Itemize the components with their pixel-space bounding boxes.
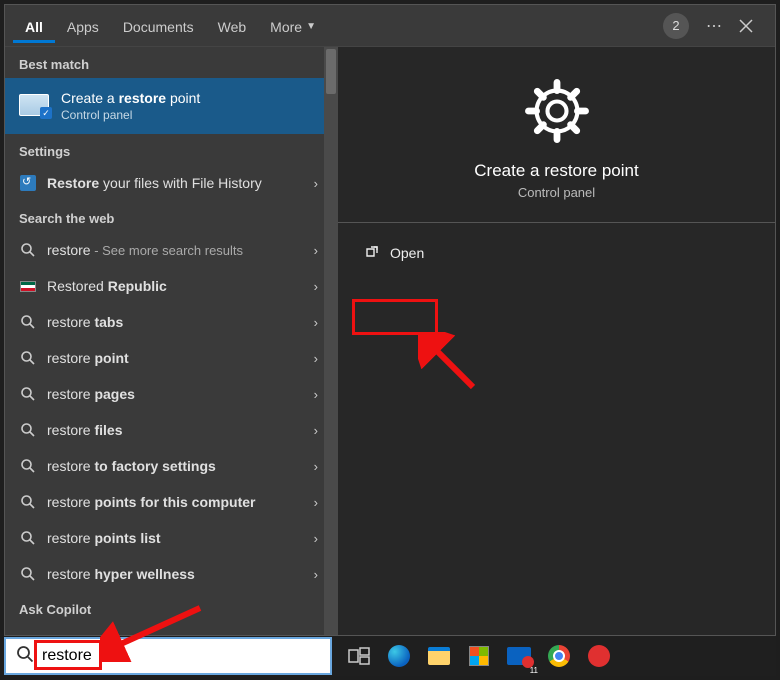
web-result-label: restore pages bbox=[47, 386, 135, 402]
chevron-right-icon: › bbox=[314, 351, 318, 366]
file-history-icon bbox=[19, 174, 37, 192]
web-result-item[interactable]: restore tabs › bbox=[5, 304, 338, 340]
close-icon[interactable] bbox=[739, 19, 761, 33]
chevron-right-icon: › bbox=[314, 495, 318, 510]
tab-web[interactable]: Web bbox=[206, 9, 259, 43]
chevron-right-icon: › bbox=[314, 531, 318, 546]
chevron-right-icon: › bbox=[314, 176, 318, 191]
search-icon bbox=[19, 421, 37, 439]
best-match-title: Create a restore point bbox=[61, 90, 200, 106]
web-result-label: Restored Republic bbox=[47, 278, 167, 294]
web-result-label: restore - See more search results bbox=[47, 242, 243, 258]
results-scrollbar[interactable] bbox=[324, 47, 338, 635]
web-result-item[interactable]: restore hyper wellness › bbox=[5, 556, 338, 592]
results-column: Best match Create a restore point Contro… bbox=[5, 47, 338, 635]
section-settings: Settings bbox=[5, 134, 338, 165]
chevron-right-icon: › bbox=[314, 243, 318, 258]
settings-item-file-history[interactable]: Restore your files with File History › bbox=[5, 165, 338, 201]
more-options-icon[interactable]: ⋯ bbox=[703, 16, 725, 36]
web-result-item[interactable]: restore files › bbox=[5, 412, 338, 448]
preview-title: Create a restore point bbox=[474, 161, 638, 181]
edge-icon[interactable] bbox=[382, 639, 416, 673]
open-external-icon bbox=[364, 245, 380, 261]
chevron-right-icon: › bbox=[314, 279, 318, 294]
flag-icon bbox=[19, 277, 37, 295]
chevron-right-icon: › bbox=[314, 567, 318, 582]
search-panel: All Apps Documents Web More ▼ 2 ⋯ Best m… bbox=[4, 4, 776, 636]
section-ask-copilot: Ask Copilot bbox=[5, 592, 338, 623]
chevron-right-icon: › bbox=[314, 315, 318, 330]
web-result-label: restore hyper wellness bbox=[47, 566, 195, 582]
gear-icon bbox=[523, 77, 591, 145]
best-match-subtitle: Control panel bbox=[61, 108, 200, 122]
open-button[interactable]: Open bbox=[356, 239, 432, 267]
search-input[interactable] bbox=[42, 647, 320, 665]
web-result-item[interactable]: Restored Republic › bbox=[5, 268, 338, 304]
chrome-icon[interactable] bbox=[542, 639, 576, 673]
search-icon bbox=[19, 349, 37, 367]
tab-more-label: More bbox=[270, 19, 302, 35]
web-result-item[interactable]: restore - See more search results › bbox=[5, 232, 338, 268]
tab-apps[interactable]: Apps bbox=[55, 9, 111, 43]
web-result-label: restore points for this computer bbox=[47, 494, 255, 510]
web-result-item[interactable]: restore point › bbox=[5, 340, 338, 376]
task-view-icon[interactable] bbox=[342, 639, 376, 673]
record-icon[interactable] bbox=[582, 639, 616, 673]
tabs-right: 2 ⋯ bbox=[663, 13, 767, 39]
settings-item-label: Restore your files with File History bbox=[47, 175, 262, 191]
preview-divider bbox=[338, 222, 775, 223]
section-best-match: Best match bbox=[5, 47, 338, 78]
scrollbar-thumb[interactable] bbox=[326, 49, 336, 94]
annotation-box-open bbox=[352, 299, 438, 335]
search-icon bbox=[19, 493, 37, 511]
web-result-label: restore points list bbox=[47, 530, 161, 546]
chevron-right-icon: › bbox=[314, 459, 318, 474]
search-icon bbox=[19, 385, 37, 403]
preview-header: Create a restore point Control panel bbox=[356, 47, 757, 200]
open-label: Open bbox=[390, 245, 424, 261]
web-result-item[interactable]: restore points for this computer › bbox=[5, 484, 338, 520]
chevron-right-icon: › bbox=[314, 387, 318, 402]
web-result-item[interactable]: restore pages › bbox=[5, 376, 338, 412]
tab-all[interactable]: All bbox=[13, 9, 55, 43]
preview-column: Create a restore point Control panel Ope… bbox=[338, 47, 775, 635]
mail-badge: 11 bbox=[530, 666, 538, 675]
tab-more[interactable]: More ▼ bbox=[258, 9, 328, 43]
web-result-item[interactable]: restore points list › bbox=[5, 520, 338, 556]
search-icon bbox=[19, 313, 37, 331]
panel-body: Best match Create a restore point Contro… bbox=[5, 47, 775, 635]
best-match-item[interactable]: Create a restore point Control panel bbox=[5, 78, 338, 134]
taskbar: 11 bbox=[4, 636, 776, 676]
section-search-web: Search the web bbox=[5, 201, 338, 232]
search-icon bbox=[19, 565, 37, 583]
search-icon bbox=[19, 529, 37, 547]
system-restore-icon bbox=[19, 94, 51, 118]
search-icon bbox=[19, 241, 37, 259]
mail-icon[interactable]: 11 bbox=[502, 639, 536, 673]
web-result-item[interactable]: restore to factory settings › bbox=[5, 448, 338, 484]
chevron-right-icon: › bbox=[314, 423, 318, 438]
search-icon bbox=[19, 457, 37, 475]
chevron-down-icon: ▼ bbox=[306, 21, 316, 32]
taskbar-apps: 11 bbox=[332, 636, 776, 676]
annotation-arrow-open bbox=[418, 332, 488, 402]
taskbar-search[interactable] bbox=[4, 637, 332, 675]
web-result-label: restore files bbox=[47, 422, 122, 438]
microsoft-store-icon[interactable] bbox=[462, 639, 496, 673]
web-result-label: restore tabs bbox=[47, 314, 123, 330]
search-icon bbox=[16, 645, 34, 668]
web-result-label: restore point bbox=[47, 350, 129, 366]
tab-documents[interactable]: Documents bbox=[111, 9, 206, 43]
web-result-label: restore to factory settings bbox=[47, 458, 216, 474]
file-explorer-icon[interactable] bbox=[422, 639, 456, 673]
preview-subtitle: Control panel bbox=[518, 185, 595, 200]
tabs-bar: All Apps Documents Web More ▼ 2 ⋯ bbox=[5, 5, 775, 47]
result-count-pill[interactable]: 2 bbox=[663, 13, 689, 39]
